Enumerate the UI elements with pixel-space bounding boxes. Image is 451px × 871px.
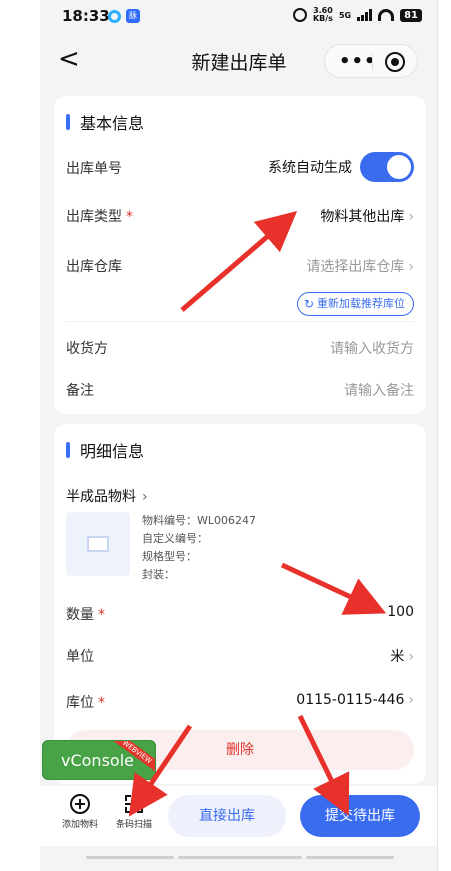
remark-label: 备注 [66, 383, 94, 399]
chevron-right-icon: › [142, 489, 148, 505]
material-spec: 规格型号： [142, 550, 197, 563]
scan-button[interactable]: 条码扫描 [110, 794, 158, 830]
material-category[interactable]: 半成品物料 › [66, 486, 148, 506]
material-image [66, 512, 130, 576]
status-right: 3.60 KB/s 5G 81 [292, 7, 422, 23]
app-frame: 18:33 脉 3.60 KB/s 5G 81 < 新建出库单 ••• 基本信息 [40, 0, 438, 871]
receiver-label: 收货方 [66, 341, 108, 357]
net-speed-unit: KB/s [312, 14, 333, 23]
chevron-right-icon: › [408, 209, 414, 225]
detail-info-title: 明细信息 [80, 442, 145, 461]
status-bar: 18:33 脉 3.60 KB/s 5G 81 [40, 0, 438, 34]
basic-info-header: 基本信息 [66, 110, 144, 134]
add-circle-icon [70, 794, 90, 814]
location-value: 0115-0115-446 [296, 692, 405, 708]
submit-pending-button[interactable]: 提交待出库 [300, 795, 420, 837]
out-type-label-text: 出库类型 [66, 209, 122, 225]
capsule-divider [372, 54, 373, 70]
signal-icon [357, 9, 373, 21]
location-label: 库位 * [66, 692, 105, 712]
quantity-label-text: 数量 [66, 607, 94, 623]
warehouse-select[interactable]: 请选择出库仓库 › [306, 256, 414, 276]
remark-input[interactable]: 请输入备注 [344, 380, 414, 400]
warehouse-placeholder: 请选择出库仓库 [306, 259, 405, 275]
alarm-icon [292, 8, 307, 22]
detail-info-card: 明细信息 半成品物料 › 物料编号：WL006247 自定义编号： 规格型号： 封… [54, 424, 426, 784]
vconsole-button[interactable]: vConsole WEBVIEW [42, 740, 156, 780]
material-meta: 物料编号：WL006247 自定义编号： 规格型号： 封装： [142, 512, 256, 584]
basic-info-title: 基本信息 [80, 114, 145, 133]
unit-value: 米 [390, 649, 405, 665]
chevron-right-icon: › [408, 649, 414, 665]
unit-label: 单位 [66, 649, 94, 665]
nav-bar: < 新建出库单 ••• [40, 34, 438, 86]
location-select[interactable]: 0115-0115-446 › [296, 692, 414, 708]
unit-select[interactable]: 米 › [390, 646, 414, 666]
close-mini-program-icon[interactable] [385, 52, 405, 72]
receiver-row: 收货方 请输入收货方 [66, 336, 414, 360]
auto-generate-toggle[interactable] [360, 152, 414, 182]
location-row[interactable]: 库位 * 0115-0115-446 › [66, 690, 414, 714]
quantity-label: 数量 * [66, 604, 105, 624]
section-accent-bar [66, 114, 70, 130]
vconsole-label: vConsole [61, 751, 134, 770]
wifi-icon [378, 9, 395, 21]
required-mark: * [98, 607, 105, 623]
quantity-input[interactable]: 100 [387, 604, 414, 620]
section-accent-bar [66, 442, 70, 458]
required-mark: * [126, 209, 133, 225]
material-custom-code: 自定义编号： [142, 532, 208, 545]
status-time: 18:33 [62, 7, 110, 25]
frame-border [437, 0, 438, 871]
net-speed: 3.60 KB/s [313, 7, 333, 23]
mini-program-capsule: ••• [324, 44, 418, 78]
gesture-bar-center [178, 856, 302, 859]
network-type: 5G [338, 10, 352, 20]
gesture-bar-right [306, 856, 394, 859]
battery-icon: 81 [400, 8, 422, 22]
material-category-label: 半成品物料 [66, 489, 136, 505]
unit-row[interactable]: 单位 米 › [66, 644, 414, 668]
app-badge-icon: 脉 [126, 9, 140, 23]
out-type-row[interactable]: 出库类型 * 物料其他出库 › [66, 204, 414, 228]
auto-generate-text: 系统自动生成 [268, 160, 352, 176]
chevron-right-icon: › [408, 692, 414, 708]
quantity-row: 数量 * 100 [66, 602, 414, 626]
order-no-label: 出库单号 [66, 161, 122, 177]
material-code: 物料编号：WL006247 [142, 514, 256, 527]
scan-label: 条码扫描 [115, 820, 152, 830]
warehouse-label: 出库仓库 [66, 259, 122, 275]
reload-location-button[interactable]: ↻ 重新加载推荐库位 [296, 292, 414, 316]
refresh-icon: ↻ [303, 297, 314, 311]
image-placeholder-icon [87, 536, 109, 552]
detail-info-header: 明细信息 [66, 438, 144, 462]
required-mark: * [98, 695, 105, 711]
notification-icon [108, 10, 121, 23]
add-material-button[interactable]: 添加物料 [56, 794, 104, 830]
more-icon[interactable]: ••• [339, 51, 377, 72]
add-material-label: 添加物料 [61, 820, 98, 830]
out-type-label: 出库类型 * [66, 206, 133, 226]
remark-row: 备注 请输入备注 [66, 378, 414, 402]
location-label-text: 库位 [66, 695, 94, 711]
reload-location-label: 重新加载推荐库位 [317, 297, 405, 310]
warehouse-row[interactable]: 出库仓库 请选择出库仓库 › [66, 254, 414, 278]
auto-generate-control: 系统自动生成 [268, 152, 414, 182]
out-type-value-text: 物料其他出库 [320, 209, 405, 225]
gesture-bar-left [86, 856, 174, 859]
out-type-value[interactable]: 物料其他出库 › [320, 206, 414, 226]
order-no-row: 出库单号 系统自动生成 [66, 152, 414, 182]
divider [66, 321, 414, 322]
scan-icon [124, 794, 144, 814]
basic-info-card: 基本信息 出库单号 系统自动生成 出库类型 * 物料其他出库 › 出库仓库 请选择出… [54, 96, 426, 414]
direct-out-button[interactable]: 直接出库 [168, 795, 286, 837]
material-package: 封装： [142, 568, 175, 581]
chevron-right-icon: › [408, 259, 414, 275]
receiver-input[interactable]: 请输入收货方 [330, 338, 414, 358]
bottom-action-bar: 添加物料 条码扫描 直接出库 提交待出库 [40, 786, 438, 846]
